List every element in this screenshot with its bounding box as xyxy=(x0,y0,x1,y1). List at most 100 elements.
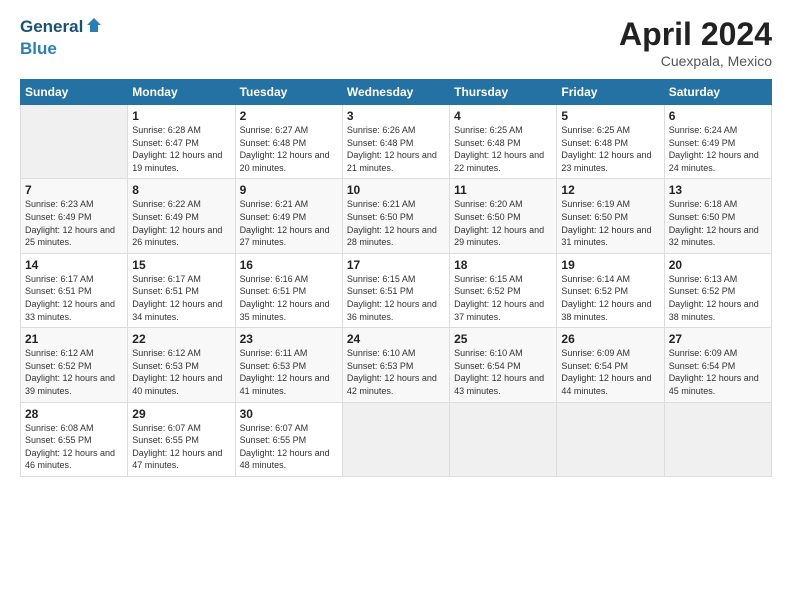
day-number: 28 xyxy=(25,407,123,421)
calendar-cell: 20Sunrise: 6:13 AMSunset: 6:52 PMDayligh… xyxy=(664,253,771,327)
calendar-week-row: 7Sunrise: 6:23 AMSunset: 6:49 PMDaylight… xyxy=(21,179,772,253)
weekday-header: Tuesday xyxy=(235,80,342,105)
day-number: 6 xyxy=(669,109,767,123)
header: General Blue April 2024 Cuexpala, Mexico xyxy=(20,16,772,69)
page: General Blue April 2024 Cuexpala, Mexico… xyxy=(0,0,792,612)
calendar-cell: 4Sunrise: 6:25 AMSunset: 6:48 PMDaylight… xyxy=(450,105,557,179)
day-number: 11 xyxy=(454,183,552,197)
location-title: Cuexpala, Mexico xyxy=(619,53,772,69)
calendar-week-row: 1Sunrise: 6:28 AMSunset: 6:47 PMDaylight… xyxy=(21,105,772,179)
day-number: 18 xyxy=(454,258,552,272)
logo-blue: Blue xyxy=(20,39,103,59)
day-info: Sunrise: 6:23 AMSunset: 6:49 PMDaylight:… xyxy=(25,198,123,248)
calendar-cell: 7Sunrise: 6:23 AMSunset: 6:49 PMDaylight… xyxy=(21,179,128,253)
day-info: Sunrise: 6:15 AMSunset: 6:51 PMDaylight:… xyxy=(347,273,445,323)
weekday-header: Friday xyxy=(557,80,664,105)
day-info: Sunrise: 6:09 AMSunset: 6:54 PMDaylight:… xyxy=(669,347,767,397)
day-info: Sunrise: 6:21 AMSunset: 6:49 PMDaylight:… xyxy=(240,198,338,248)
header-row: SundayMondayTuesdayWednesdayThursdayFrid… xyxy=(21,80,772,105)
day-info: Sunrise: 6:12 AMSunset: 6:53 PMDaylight:… xyxy=(132,347,230,397)
day-info: Sunrise: 6:17 AMSunset: 6:51 PMDaylight:… xyxy=(25,273,123,323)
day-number: 21 xyxy=(25,332,123,346)
calendar-week-row: 14Sunrise: 6:17 AMSunset: 6:51 PMDayligh… xyxy=(21,253,772,327)
day-info: Sunrise: 6:14 AMSunset: 6:52 PMDaylight:… xyxy=(561,273,659,323)
calendar-cell: 13Sunrise: 6:18 AMSunset: 6:50 PMDayligh… xyxy=(664,179,771,253)
day-info: Sunrise: 6:15 AMSunset: 6:52 PMDaylight:… xyxy=(454,273,552,323)
day-number: 9 xyxy=(240,183,338,197)
day-info: Sunrise: 6:28 AMSunset: 6:47 PMDaylight:… xyxy=(132,124,230,174)
calendar-cell: 18Sunrise: 6:15 AMSunset: 6:52 PMDayligh… xyxy=(450,253,557,327)
day-number: 3 xyxy=(347,109,445,123)
day-number: 19 xyxy=(561,258,659,272)
calendar-cell: 8Sunrise: 6:22 AMSunset: 6:49 PMDaylight… xyxy=(128,179,235,253)
day-info: Sunrise: 6:18 AMSunset: 6:50 PMDaylight:… xyxy=(669,198,767,248)
calendar-table: SundayMondayTuesdayWednesdayThursdayFrid… xyxy=(20,79,772,477)
day-number: 23 xyxy=(240,332,338,346)
day-number: 30 xyxy=(240,407,338,421)
title-block: April 2024 Cuexpala, Mexico xyxy=(619,16,772,69)
calendar-cell: 9Sunrise: 6:21 AMSunset: 6:49 PMDaylight… xyxy=(235,179,342,253)
calendar-cell: 2Sunrise: 6:27 AMSunset: 6:48 PMDaylight… xyxy=(235,105,342,179)
day-info: Sunrise: 6:22 AMSunset: 6:49 PMDaylight:… xyxy=(132,198,230,248)
logo-icon xyxy=(85,16,103,34)
day-number: 1 xyxy=(132,109,230,123)
day-info: Sunrise: 6:10 AMSunset: 6:54 PMDaylight:… xyxy=(454,347,552,397)
day-info: Sunrise: 6:11 AMSunset: 6:53 PMDaylight:… xyxy=(240,347,338,397)
calendar-week-row: 28Sunrise: 6:08 AMSunset: 6:55 PMDayligh… xyxy=(21,402,772,476)
day-number: 26 xyxy=(561,332,659,346)
calendar-cell: 14Sunrise: 6:17 AMSunset: 6:51 PMDayligh… xyxy=(21,253,128,327)
logo-text: General xyxy=(20,16,103,39)
calendar-cell: 30Sunrise: 6:07 AMSunset: 6:55 PMDayligh… xyxy=(235,402,342,476)
calendar-cell: 23Sunrise: 6:11 AMSunset: 6:53 PMDayligh… xyxy=(235,328,342,402)
day-info: Sunrise: 6:24 AMSunset: 6:49 PMDaylight:… xyxy=(669,124,767,174)
calendar-cell: 10Sunrise: 6:21 AMSunset: 6:50 PMDayligh… xyxy=(342,179,449,253)
calendar-cell: 6Sunrise: 6:24 AMSunset: 6:49 PMDaylight… xyxy=(664,105,771,179)
day-info: Sunrise: 6:16 AMSunset: 6:51 PMDaylight:… xyxy=(240,273,338,323)
month-title: April 2024 xyxy=(619,16,772,53)
weekday-header: Monday xyxy=(128,80,235,105)
calendar-cell: 5Sunrise: 6:25 AMSunset: 6:48 PMDaylight… xyxy=(557,105,664,179)
calendar-cell: 12Sunrise: 6:19 AMSunset: 6:50 PMDayligh… xyxy=(557,179,664,253)
day-info: Sunrise: 6:09 AMSunset: 6:54 PMDaylight:… xyxy=(561,347,659,397)
calendar-cell xyxy=(342,402,449,476)
day-number: 20 xyxy=(669,258,767,272)
day-info: Sunrise: 6:17 AMSunset: 6:51 PMDaylight:… xyxy=(132,273,230,323)
day-number: 5 xyxy=(561,109,659,123)
day-number: 25 xyxy=(454,332,552,346)
weekday-header: Sunday xyxy=(21,80,128,105)
logo: General Blue xyxy=(20,16,103,58)
day-info: Sunrise: 6:13 AMSunset: 6:52 PMDaylight:… xyxy=(669,273,767,323)
calendar-cell: 17Sunrise: 6:15 AMSunset: 6:51 PMDayligh… xyxy=(342,253,449,327)
day-number: 10 xyxy=(347,183,445,197)
day-number: 8 xyxy=(132,183,230,197)
calendar-cell: 16Sunrise: 6:16 AMSunset: 6:51 PMDayligh… xyxy=(235,253,342,327)
day-number: 27 xyxy=(669,332,767,346)
calendar-cell xyxy=(557,402,664,476)
calendar-cell: 25Sunrise: 6:10 AMSunset: 6:54 PMDayligh… xyxy=(450,328,557,402)
calendar-cell: 19Sunrise: 6:14 AMSunset: 6:52 PMDayligh… xyxy=(557,253,664,327)
day-number: 7 xyxy=(25,183,123,197)
day-number: 16 xyxy=(240,258,338,272)
day-info: Sunrise: 6:07 AMSunset: 6:55 PMDaylight:… xyxy=(132,422,230,472)
day-info: Sunrise: 6:12 AMSunset: 6:52 PMDaylight:… xyxy=(25,347,123,397)
calendar-cell: 29Sunrise: 6:07 AMSunset: 6:55 PMDayligh… xyxy=(128,402,235,476)
day-number: 13 xyxy=(669,183,767,197)
calendar-cell xyxy=(664,402,771,476)
day-number: 12 xyxy=(561,183,659,197)
day-number: 17 xyxy=(347,258,445,272)
day-number: 24 xyxy=(347,332,445,346)
day-info: Sunrise: 6:25 AMSunset: 6:48 PMDaylight:… xyxy=(454,124,552,174)
calendar-cell: 3Sunrise: 6:26 AMSunset: 6:48 PMDaylight… xyxy=(342,105,449,179)
day-info: Sunrise: 6:26 AMSunset: 6:48 PMDaylight:… xyxy=(347,124,445,174)
calendar-cell: 24Sunrise: 6:10 AMSunset: 6:53 PMDayligh… xyxy=(342,328,449,402)
day-number: 15 xyxy=(132,258,230,272)
day-info: Sunrise: 6:25 AMSunset: 6:48 PMDaylight:… xyxy=(561,124,659,174)
day-info: Sunrise: 6:20 AMSunset: 6:50 PMDaylight:… xyxy=(454,198,552,248)
day-info: Sunrise: 6:27 AMSunset: 6:48 PMDaylight:… xyxy=(240,124,338,174)
calendar-cell: 1Sunrise: 6:28 AMSunset: 6:47 PMDaylight… xyxy=(128,105,235,179)
calendar-cell: 22Sunrise: 6:12 AMSunset: 6:53 PMDayligh… xyxy=(128,328,235,402)
day-info: Sunrise: 6:19 AMSunset: 6:50 PMDaylight:… xyxy=(561,198,659,248)
calendar-cell: 27Sunrise: 6:09 AMSunset: 6:54 PMDayligh… xyxy=(664,328,771,402)
day-number: 14 xyxy=(25,258,123,272)
calendar-cell: 11Sunrise: 6:20 AMSunset: 6:50 PMDayligh… xyxy=(450,179,557,253)
